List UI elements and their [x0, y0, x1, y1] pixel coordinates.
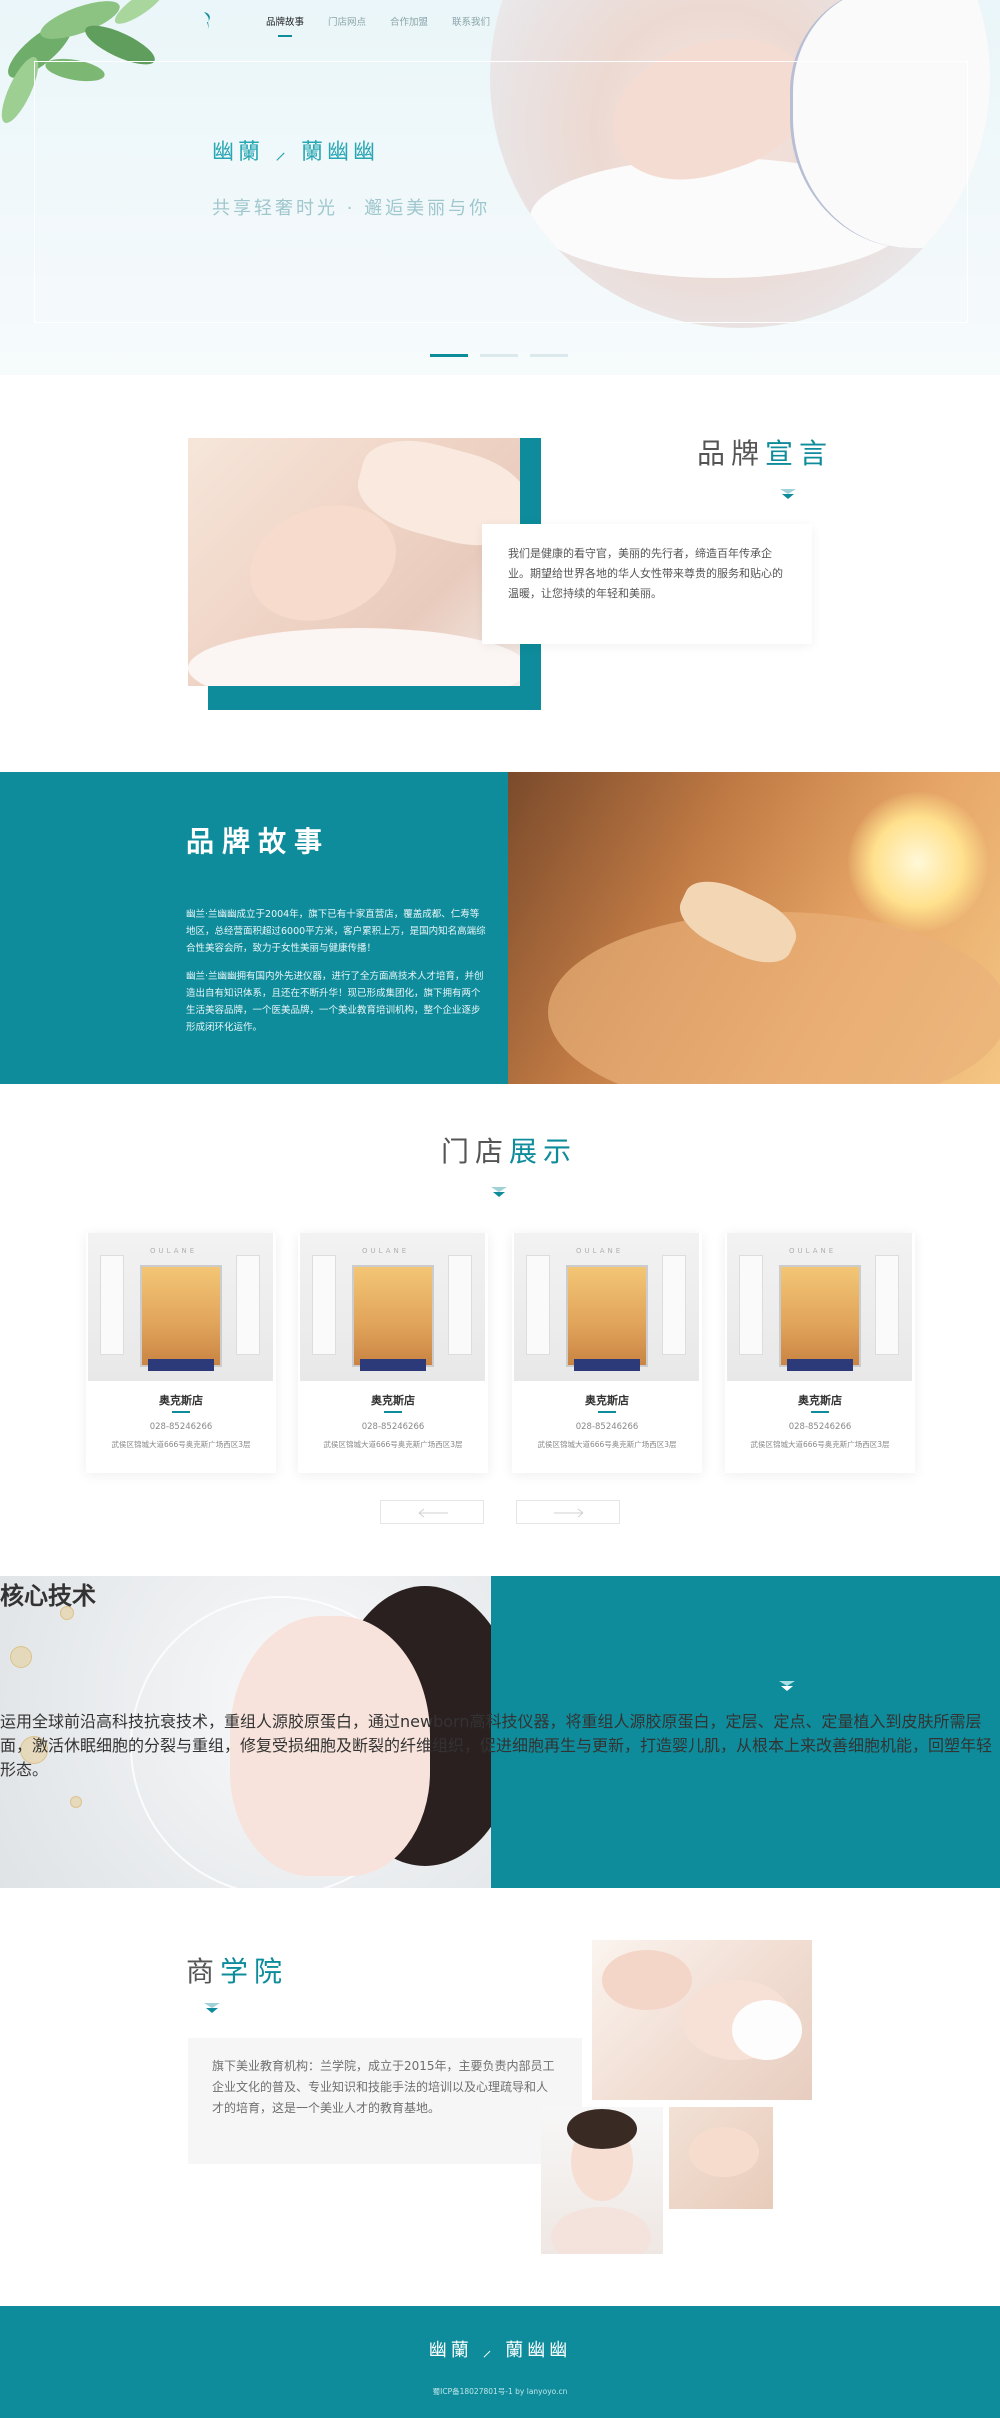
store-address: 武侯区锦城大道666号奥克斯广场西区3层 — [323, 1440, 463, 1449]
arrow-right-icon — [554, 1508, 584, 1518]
story-paragraph-1: 幽兰·兰幽幽成立于2004年，旗下已有十家直营店，覆盖成都、仁寿等地区，总经营面… — [186, 909, 486, 954]
manifesto-title: 品牌宣言 — [697, 437, 834, 470]
store-photo: OULANE — [514, 1233, 699, 1381]
chevron-down-icon — [780, 489, 796, 499]
story-title: 品牌故事 — [186, 825, 331, 858]
store-address: 武侯区锦城大道666号奥克斯广场西区3层 — [111, 1440, 251, 1449]
logo-icon[interactable] — [202, 10, 216, 30]
next-button[interactable] — [516, 1500, 620, 1524]
prev-button[interactable] — [380, 1500, 484, 1524]
carousel-dot-3[interactable] — [530, 354, 568, 357]
carousel-indicators — [430, 354, 568, 357]
academy-text: 旗下美业教育机构：兰学院，成立于2015年，主要负责内部员工企业文化的普及、专业… — [212, 2059, 555, 2115]
manifesto-photo — [188, 438, 520, 686]
hero-brand-logo: 幽蘭 ⸝ 蘭幽幽 — [212, 140, 379, 165]
academy-title: 商学院 — [186, 1955, 289, 1988]
store-phone: 028-85246266 — [361, 1422, 425, 1432]
hero-frame — [34, 61, 968, 323]
nav-item-contact[interactable]: 联系我们 — [452, 14, 490, 28]
store-photo: OULANE — [727, 1233, 912, 1381]
manifesto-text-card: 我们是健康的看守官，美丽的先行者，缔造百年传承企业。期望给世界各地的华人女性带来… — [482, 524, 812, 644]
store-phone: 028-85246266 — [149, 1422, 213, 1432]
divider — [172, 1411, 190, 1413]
academy-photo-1 — [592, 1940, 812, 2100]
footer-logo: 幽蘭 ⸝ 蘭幽幽 — [428, 2340, 572, 2361]
store-name: 奥克斯店 — [585, 1394, 629, 1407]
nav-links: 品牌故事 门店网点 合作加盟 联系我们 — [266, 14, 490, 37]
carousel-dot-2[interactable] — [480, 354, 518, 357]
nav-item-stores[interactable]: 门店网点 — [328, 14, 366, 28]
chevron-down-icon — [204, 2003, 220, 2013]
store-name: 奥克斯店 — [371, 1394, 415, 1407]
story-photo — [508, 772, 1000, 1084]
top-nav: 品牌故事 门店网点 合作加盟 联系我们 — [0, 0, 1000, 42]
store-name: 奥克斯店 — [798, 1394, 842, 1407]
store-address: 武侯区锦城大道666号奥克斯广场西区3层 — [537, 1440, 677, 1449]
divider — [598, 1411, 616, 1413]
stores-title: 门店展示 — [441, 1135, 578, 1168]
nav-item-brand-story[interactable]: 品牌故事 — [266, 14, 304, 37]
chevron-down-icon — [779, 1681, 795, 1691]
chevron-down-icon — [491, 1187, 507, 1197]
store-photo: OULANE — [88, 1233, 273, 1381]
store-card[interactable]: OULANE 奥克斯店 028-85246266 武侯区锦城大道666号奥克斯广… — [512, 1233, 702, 1473]
divider — [384, 1411, 402, 1413]
store-name: 奥克斯店 — [159, 1394, 203, 1407]
store-photo: OULANE — [300, 1233, 485, 1381]
brand-story-section: 品牌故事 幽兰·兰幽幽成立于2004年，旗下已有十家直营店，覆盖成都、仁寿等地区… — [0, 772, 1000, 1084]
arrow-left-icon — [418, 1508, 448, 1518]
store-address: 武侯区锦城大道666号奥克斯广场西区3层 — [750, 1440, 890, 1449]
store-phone: 028-85246266 — [788, 1422, 852, 1432]
hero-banner: 幽蘭 ⸝ 蘭幽幽 共享轻奢时光 · 邂逅美丽与你 — [0, 0, 1000, 375]
store-card[interactable]: OULANE 奥克斯店 028-85246266 武侯区锦城大道666号奥克斯广… — [86, 1233, 276, 1473]
footer: 幽蘭 ⸝ 蘭幽幽 蜀ICP备18027801号-1 by lanyoyo.cn — [0, 2306, 1000, 2418]
divider — [811, 1411, 829, 1413]
store-phone: 028-85246266 — [575, 1422, 639, 1432]
store-card[interactable]: OULANE 奥克斯店 028-85246266 武侯区锦城大道666号奥克斯广… — [725, 1233, 915, 1473]
nav-item-franchise[interactable]: 合作加盟 — [390, 14, 428, 28]
manifesto-text: 我们是健康的看守官，美丽的先行者，缔造百年传承企业。期望给世界各地的华人女性带来… — [508, 547, 783, 600]
story-paragraph-2: 幽兰·兰幽幽拥有国内外先进仪器，进行了全方面高技术人才培育，并创造出自有知识体系… — [186, 971, 484, 1033]
academy-photo-3 — [669, 2107, 773, 2209]
academy-text-card: 旗下美业教育机构：兰学院，成立于2015年，主要负责内部员工企业文化的普及、专业… — [188, 2038, 582, 2164]
hero-slogan: 共享轻奢时光 · 邂逅美丽与你 — [212, 198, 491, 219]
store-card[interactable]: OULANE 奥克斯店 028-85246266 武侯区锦城大道666号奥克斯广… — [298, 1233, 488, 1473]
academy-photo-2 — [541, 2107, 663, 2254]
carousel-dot-1[interactable] — [430, 354, 468, 357]
footer-icp[interactable]: 蜀ICP备18027801号-1 by lanyoyo.cn — [0, 2386, 1000, 2397]
